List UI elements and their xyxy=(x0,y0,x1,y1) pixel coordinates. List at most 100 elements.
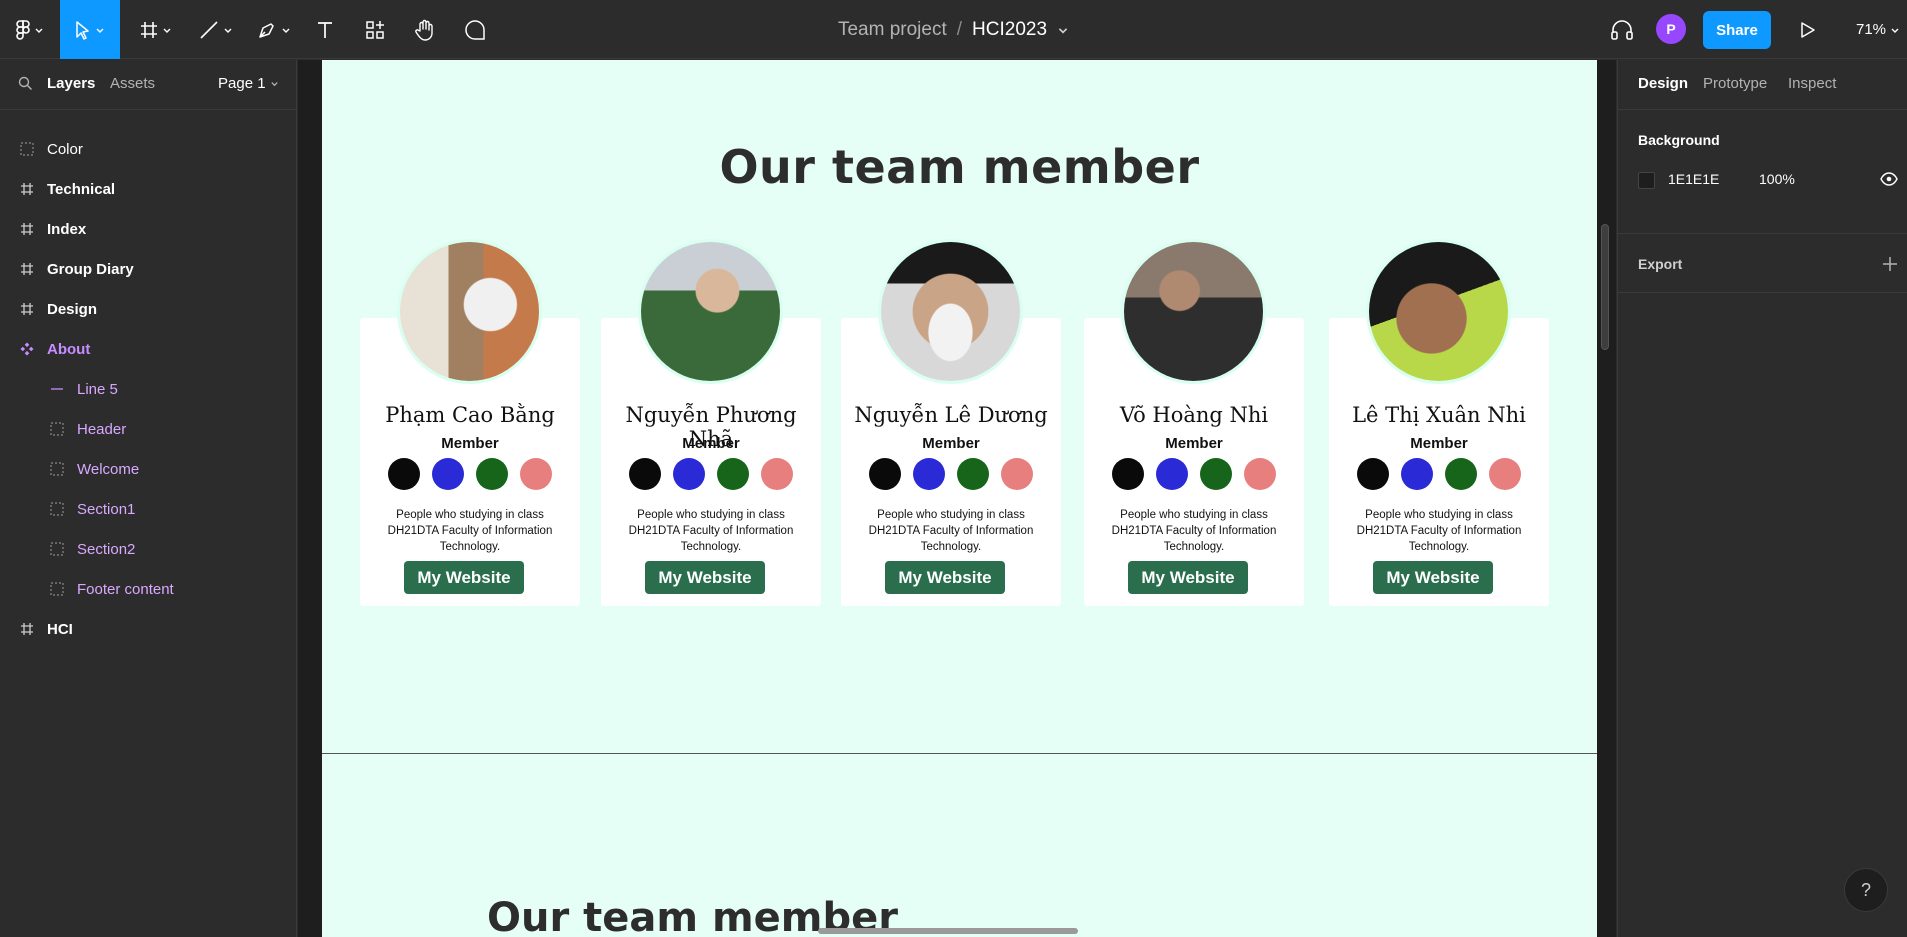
layer-item-group-diary[interactable]: Group Diary xyxy=(0,249,296,289)
line-tool-button[interactable] xyxy=(192,0,240,59)
layer-label: Footer content xyxy=(77,580,174,598)
present-button[interactable] xyxy=(1796,0,1820,59)
my-website-button[interactable]: My Website xyxy=(1128,561,1248,594)
social-dot[interactable] xyxy=(520,458,552,490)
my-website-button[interactable]: My Website xyxy=(645,561,765,594)
social-dot[interactable] xyxy=(1156,458,1188,490)
comment-icon xyxy=(465,19,485,40)
member-card[interactable]: Nguyễn Lê Dương Member People who studyi… xyxy=(841,239,1061,606)
layer-item-color[interactable]: Color xyxy=(0,129,296,169)
social-dot[interactable] xyxy=(1401,458,1433,490)
audio-button[interactable] xyxy=(1606,0,1638,59)
layer-item-header[interactable]: Header xyxy=(0,409,296,449)
social-dot[interactable] xyxy=(1357,458,1389,490)
member-card[interactable]: Nguyễn Phương Nhã Member People who stud… xyxy=(601,239,821,606)
social-dot[interactable] xyxy=(673,458,705,490)
tab-design[interactable]: Design xyxy=(1638,75,1688,92)
layer-label: Header xyxy=(77,420,127,438)
social-dot[interactable] xyxy=(1244,458,1276,490)
my-website-button[interactable]: My Website xyxy=(885,561,1005,594)
member-photo xyxy=(1121,239,1266,384)
frame-icon xyxy=(21,263,33,275)
layer-label: Group Diary xyxy=(47,260,134,278)
frame-tool-button[interactable] xyxy=(132,0,180,59)
background-section-title: Background xyxy=(1638,132,1720,148)
share-button[interactable]: Share xyxy=(1703,11,1771,49)
layer-item-line-5[interactable]: Line 5 xyxy=(0,369,296,409)
chevron-down-icon xyxy=(96,28,104,33)
search-icon[interactable] xyxy=(18,76,33,91)
eye-icon[interactable] xyxy=(1880,172,1898,186)
canvas[interactable]: Our team member Phạm Cao Bằng Member Peo… xyxy=(298,60,1616,937)
layer-item-technical[interactable]: Technical xyxy=(0,169,296,209)
my-website-button[interactable]: My Website xyxy=(404,561,524,594)
social-dot[interactable] xyxy=(1445,458,1477,490)
hand-tool-button[interactable] xyxy=(410,0,440,59)
social-dot[interactable] xyxy=(432,458,464,490)
project-name[interactable]: Team project xyxy=(838,19,947,41)
layer-item-footer-content[interactable]: Footer content xyxy=(0,569,296,609)
layer-label: Section2 xyxy=(77,540,136,558)
section-dashed-icon xyxy=(50,422,64,436)
hand-icon xyxy=(415,19,433,41)
my-website-button[interactable]: My Website xyxy=(1373,561,1493,594)
layers-panel-tabs: Layers Assets Page 1 xyxy=(0,60,296,110)
comment-tool-button[interactable] xyxy=(460,0,490,59)
social-dot[interactable] xyxy=(1200,458,1232,490)
vertical-scrollbar[interactable] xyxy=(1601,224,1609,350)
layer-item-about[interactable]: About xyxy=(0,329,296,369)
zoom-dropdown[interactable]: 71% xyxy=(1856,0,1900,59)
text-tool-button[interactable] xyxy=(310,0,340,59)
tab-inspect[interactable]: Inspect xyxy=(1788,75,1836,92)
about-frame[interactable]: Our team member Phạm Cao Bằng Member Peo… xyxy=(322,60,1597,937)
member-card[interactable]: Lê Thị Xuân Nhi Member People who studyi… xyxy=(1329,239,1549,606)
social-dot[interactable] xyxy=(388,458,420,490)
social-dot[interactable] xyxy=(761,458,793,490)
help-button[interactable]: ? xyxy=(1844,868,1888,912)
member-photo xyxy=(638,239,783,384)
tab-layers[interactable]: Layers xyxy=(47,75,95,92)
chevron-down-icon xyxy=(163,28,171,33)
chevron-down-icon[interactable] xyxy=(1057,24,1069,36)
social-dot[interactable] xyxy=(1489,458,1521,490)
background-hex-value[interactable]: 1E1E1E xyxy=(1668,171,1719,187)
layer-item-section2[interactable]: Section2 xyxy=(0,529,296,569)
member-description: People who studying in class DH21DTA Fac… xyxy=(628,509,794,553)
avatar[interactable]: P xyxy=(1656,14,1686,44)
social-dot[interactable] xyxy=(629,458,661,490)
tab-prototype[interactable]: Prototype xyxy=(1703,75,1767,92)
export-section-title[interactable]: Export xyxy=(1638,256,1682,272)
layer-label: Color xyxy=(47,140,83,158)
horizontal-scrollbar[interactable] xyxy=(818,928,1078,934)
pen-tool-button[interactable] xyxy=(250,0,298,59)
social-dot[interactable] xyxy=(957,458,989,490)
social-dot[interactable] xyxy=(717,458,749,490)
social-dot[interactable] xyxy=(913,458,945,490)
member-card[interactable]: Võ Hoàng Nhi Member People who studying … xyxy=(1084,239,1304,606)
move-tool-button[interactable] xyxy=(60,0,120,59)
layer-item-design[interactable]: Design xyxy=(0,289,296,329)
layer-item-section1[interactable]: Section1 xyxy=(0,489,296,529)
section-dashed-icon xyxy=(50,542,64,556)
tab-assets[interactable]: Assets xyxy=(110,75,155,92)
layer-label: Line 5 xyxy=(77,380,118,398)
file-name[interactable]: HCI2023 xyxy=(972,19,1047,41)
main-menu-button[interactable] xyxy=(8,0,52,59)
layer-item-index[interactable]: Index xyxy=(0,209,296,249)
social-dot[interactable] xyxy=(1112,458,1144,490)
social-dot[interactable] xyxy=(869,458,901,490)
layer-item-hci[interactable]: HCI xyxy=(0,609,296,649)
resources-button[interactable] xyxy=(360,0,390,59)
social-dot[interactable] xyxy=(476,458,508,490)
layer-item-welcome[interactable]: Welcome xyxy=(0,449,296,489)
components-icon xyxy=(366,20,384,39)
member-card[interactable]: Phạm Cao Bằng Member People who studying… xyxy=(360,239,580,606)
page-selector[interactable]: Page 1 xyxy=(218,75,279,92)
social-dot[interactable] xyxy=(1001,458,1033,490)
text-icon xyxy=(318,21,332,38)
background-color-swatch[interactable] xyxy=(1638,172,1655,189)
member-name: Nguyễn Lê Dương xyxy=(854,403,1048,427)
plus-icon[interactable] xyxy=(1882,256,1898,272)
social-dots xyxy=(1357,458,1521,490)
background-opacity-value[interactable]: 100% xyxy=(1759,171,1795,187)
